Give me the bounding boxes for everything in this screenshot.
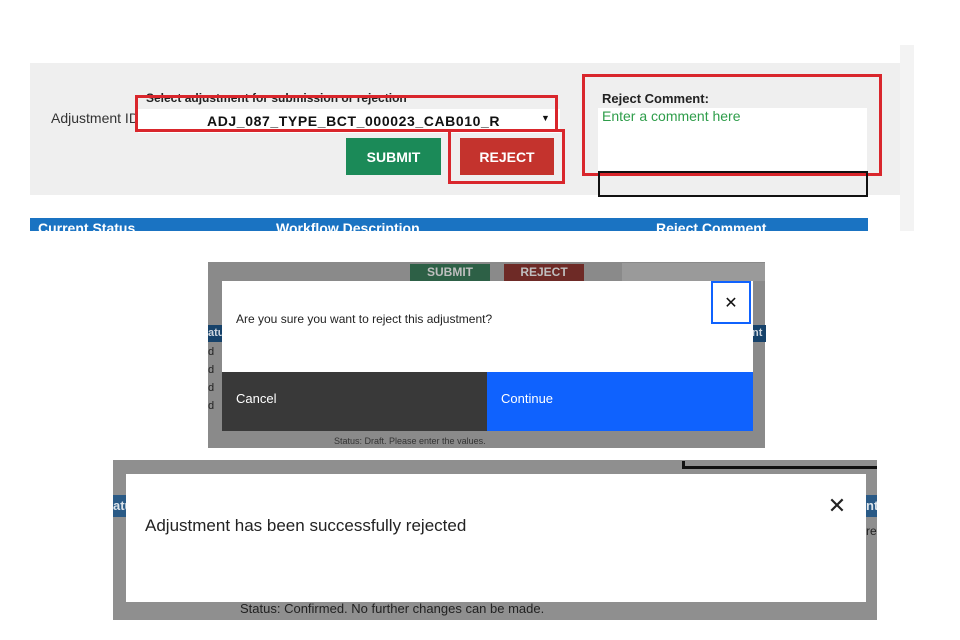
panel-edge	[900, 45, 914, 231]
column-header-current-status: Current Status	[38, 220, 136, 231]
background-row-text: d	[208, 364, 215, 376]
background-field	[622, 263, 765, 281]
background-submit-button: SUBMIT	[410, 264, 490, 281]
background-row-text: re	[866, 524, 877, 538]
confirm-message: Are you sure you want to reject this adj…	[236, 312, 493, 326]
close-icon[interactable]: ✕	[711, 281, 751, 324]
confirm-reject-dialog	[222, 281, 753, 372]
cancel-button[interactable]: Cancel	[222, 372, 487, 431]
success-notification	[126, 474, 866, 602]
outline-box	[598, 171, 868, 197]
background-table-header-right: nt	[866, 495, 877, 517]
column-header-workflow-description: Workflow Description	[276, 220, 420, 231]
background-row-text: d	[208, 346, 215, 358]
highlight-box-comment	[582, 74, 882, 176]
background-outline	[682, 461, 877, 469]
background-row-text: d	[208, 382, 215, 394]
submit-button[interactable]: SUBMIT	[346, 138, 441, 175]
background-reject-button: REJECT	[504, 264, 584, 281]
highlight-box-select	[135, 95, 558, 132]
highlight-box-reject	[448, 129, 565, 184]
close-icon[interactable]: ✕	[823, 492, 851, 520]
continue-button[interactable]: Continue	[487, 372, 753, 431]
success-message: Adjustment has been successfully rejecte…	[145, 516, 467, 535]
status-text: Status: Confirmed. No further changes ca…	[240, 601, 545, 616]
background-table-header-right: nt	[752, 325, 766, 342]
background-row-text: d	[208, 400, 215, 412]
table-header: Current Status Workflow Description Reje…	[30, 218, 868, 231]
background-table-header-left: atu	[113, 495, 126, 517]
adjustment-id-label: Adjustment ID	[51, 110, 139, 126]
status-text: Status: Draft. Please enter the values.	[334, 436, 486, 446]
column-header-reject-comment: Reject Comment	[656, 220, 767, 231]
